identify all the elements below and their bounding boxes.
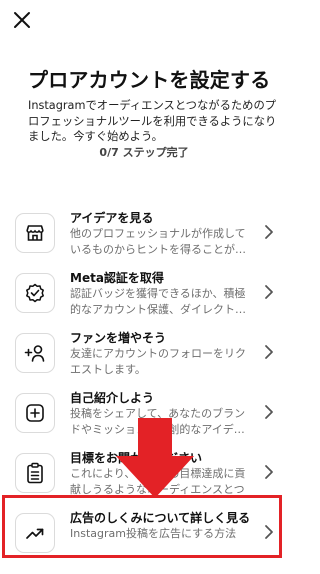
item-description: 友達にアカウントのフォローをリクエストします。 — [70, 347, 246, 376]
add-person-icon — [24, 345, 45, 362]
item-title: 自己紹介しよう — [70, 391, 155, 405]
page-subtitle: Instagramでオーディエンスとつながるためのプロフェッショナルツールを利用… — [28, 99, 277, 143]
chevron-right-icon — [265, 405, 273, 419]
plus-square-icon-box — [15, 393, 55, 433]
plus-square-icon — [26, 404, 44, 422]
verified-badge-icon — [26, 283, 44, 303]
page-title: プロアカウントを設定する — [28, 68, 271, 92]
verified-icon-box — [15, 273, 55, 313]
item-description: 他のプロフェッショナルが作成しているものからヒントを得ることが… — [70, 227, 246, 256]
item-title: Meta認証を取得 — [70, 271, 164, 285]
chevron-right-icon — [265, 465, 273, 479]
chevron-right-icon — [265, 345, 273, 359]
item-description: 認証バッジを獲得できるほか、積極的なアカウント保護、ダイレクト… — [70, 287, 246, 316]
chevron-right-icon — [265, 285, 273, 299]
highlight-box — [2, 495, 282, 558]
clipboard-icon-box — [15, 453, 55, 493]
item-title: ファンを増やそう — [70, 331, 167, 345]
close-button[interactable] — [8, 6, 36, 34]
close-icon — [14, 12, 30, 28]
step-progress: 0/7 ステップ完了 — [99, 146, 189, 159]
store-icon-box — [15, 213, 55, 253]
item-title: アイデアを見る — [70, 211, 154, 225]
add-person-icon-box — [15, 333, 55, 373]
store-icon — [26, 225, 44, 241]
clipboard-icon — [27, 462, 43, 484]
scroll-fade — [0, 160, 288, 206]
red-arrow-annotation — [116, 418, 194, 498]
chevron-right-icon — [265, 225, 273, 239]
